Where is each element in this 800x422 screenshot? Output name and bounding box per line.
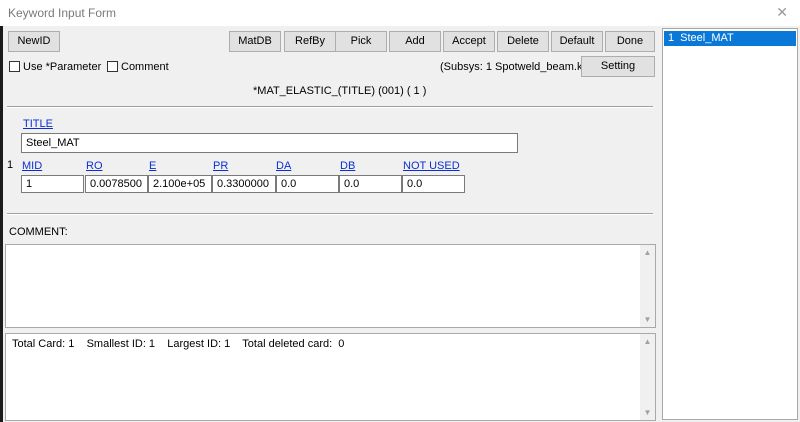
comment-label: COMMENT: [9,226,68,238]
accept-button[interactable]: Accept [443,31,495,52]
mid-label[interactable]: MID [22,160,42,172]
done-button[interactable]: Done [605,31,655,52]
not-used-input[interactable]: 0.0 [402,175,465,193]
add-button[interactable]: Add [389,31,441,52]
scroll-down-icon[interactable]: ▼ [640,315,655,324]
list-item[interactable]: 1 Steel_MAT [664,31,796,46]
comment-textarea[interactable]: ▲ ▼ [5,244,656,328]
e-input[interactable]: 2.100e+05 [148,175,212,193]
pr-label[interactable]: PR [213,160,228,172]
separator [7,106,653,108]
list-item-name: Steel_MAT [680,32,734,44]
matdb-button[interactable]: MatDB [229,31,281,52]
scroll-up-icon[interactable]: ▲ [640,248,655,257]
ro-label[interactable]: RO [86,160,103,172]
default-button[interactable]: Default [551,31,603,52]
pick-button[interactable]: Pick [335,31,387,52]
keyword-list-panel: 1 Steel_MAT [658,26,800,422]
scroll-up-icon[interactable]: ▲ [640,337,655,346]
comment-checkbox-label: Comment [121,61,169,73]
e-label[interactable]: E [149,160,156,172]
separator [7,213,653,215]
comment-scrollbar[interactable]: ▲ ▼ [640,245,655,327]
comment-checkbox[interactable] [107,61,118,72]
card-statistics-text: Total Card: 1 Smallest ID: 1 Largest ID:… [12,338,345,350]
title-input[interactable]: Steel_MAT [21,133,518,153]
db-input[interactable]: 0.0 [339,175,402,193]
mid-input[interactable]: 1 [21,175,84,193]
setting-button[interactable]: Setting [581,56,655,77]
use-parameter-checkbox[interactable] [9,61,20,72]
title-field-label[interactable]: TITLE [23,118,53,130]
title-bar: Keyword Input Form ✕ [0,0,800,26]
pr-input[interactable]: 0.3300000 [212,175,276,193]
info-scrollbar[interactable]: ▲ ▼ [640,334,655,420]
da-label[interactable]: DA [276,160,291,172]
subsys-label: (Subsys: 1 Spotweld_beam.k) [440,61,587,73]
newid-button[interactable]: NewID [8,31,60,52]
da-input[interactable]: 0.0 [276,175,339,193]
info-textarea[interactable]: Total Card: 1 Smallest ID: 1 Largest ID:… [5,333,656,421]
keyword-listbox[interactable]: 1 Steel_MAT [662,28,798,420]
db-label[interactable]: DB [340,160,355,172]
form-panel: NewID MatDB RefBy Pick Add Accept Delete… [3,26,658,422]
window-title: Keyword Input Form [8,6,117,20]
card-row-number: 1 [7,159,14,171]
scroll-down-icon[interactable]: ▼ [640,408,655,417]
refby-button[interactable]: RefBy [284,31,336,52]
use-parameter-label: Use *Parameter [23,61,102,73]
not-used-label[interactable]: NOT USED [403,160,460,172]
close-icon[interactable]: ✕ [776,4,788,21]
list-item-index: 1 [668,32,675,44]
keyword-heading: *MAT_ELASTIC_(TITLE) (001) ( 1 ) [253,85,427,97]
delete-button[interactable]: Delete [497,31,549,52]
ro-input[interactable]: 0.0078500 [85,175,148,193]
